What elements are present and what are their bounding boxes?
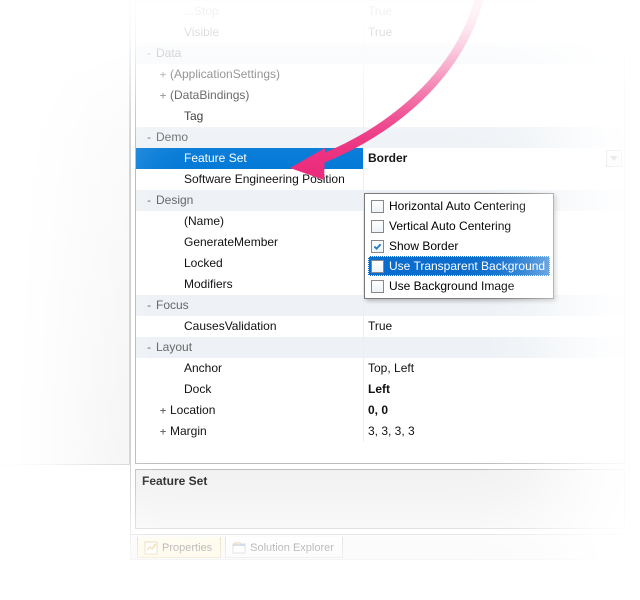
- description-panel: Feature Set: [135, 469, 625, 529]
- property-row[interactable]: +Location 0, 0: [136, 400, 624, 421]
- description-title: Feature Set: [142, 474, 207, 488]
- category-label: Focus: [156, 295, 189, 316]
- checkbox[interactable]: [371, 220, 384, 233]
- property-label: Visible: [184, 22, 219, 43]
- property-row[interactable]: +(DataBindings): [136, 85, 624, 106]
- featureset-dropdown[interactable]: Horizontal Auto Centering Vertical Auto C…: [364, 193, 554, 299]
- property-label: CausesValidation: [184, 316, 277, 337]
- property-label: Modifiers: [184, 274, 233, 295]
- property-label: Locked: [184, 253, 223, 274]
- checkbox[interactable]: [371, 200, 384, 213]
- expand-toggle[interactable]: -: [142, 190, 156, 211]
- property-label: ...Stop: [184, 1, 219, 22]
- property-label: Margin: [170, 421, 207, 442]
- property-label: Anchor: [184, 358, 222, 379]
- property-label: (DataBindings): [170, 85, 249, 106]
- expand-toggle[interactable]: -: [142, 127, 156, 148]
- property-value[interactable]: Top, Left: [368, 361, 414, 375]
- property-row[interactable]: CausesValidation True: [136, 316, 624, 337]
- dropdown-item[interactable]: Vertical Auto Centering: [368, 216, 550, 236]
- property-label: (ApplicationSettings): [170, 64, 280, 85]
- property-label: GenerateMember: [184, 232, 278, 253]
- dropdown-item-label: Show Border: [389, 239, 458, 253]
- dropdown-item[interactable]: Horizontal Auto Centering: [368, 196, 550, 216]
- dropdown-item[interactable]: Use Background Image: [368, 276, 550, 296]
- property-value[interactable]: True: [368, 25, 392, 39]
- checkbox[interactable]: [371, 260, 384, 273]
- category-label: Layout: [156, 337, 192, 358]
- tab-label: Solution Explorer: [250, 542, 334, 554]
- property-value[interactable]: 3, 3, 3, 3: [368, 424, 415, 438]
- category-label: Demo: [156, 127, 188, 148]
- property-value[interactable]: True: [368, 4, 392, 18]
- property-value[interactable]: Border: [368, 151, 407, 165]
- property-row[interactable]: ...Stop True: [136, 1, 624, 22]
- dropdown-item[interactable]: Show Border: [368, 236, 550, 256]
- property-row[interactable]: Tag: [136, 106, 624, 127]
- dropdown-item-label: Horizontal Auto Centering: [389, 199, 526, 213]
- expand-toggle[interactable]: +: [156, 85, 170, 106]
- property-label: Software Engineering Position: [184, 169, 345, 190]
- checkbox[interactable]: [371, 240, 384, 253]
- property-row[interactable]: Anchor Top, Left: [136, 358, 624, 379]
- property-label: Dock: [184, 379, 211, 400]
- category-label: Design: [156, 190, 193, 211]
- dropdown-item-label: Use Background Image: [389, 279, 514, 293]
- expand-toggle[interactable]: +: [156, 421, 170, 442]
- solution-explorer-icon: [232, 541, 246, 555]
- category-label: Data: [156, 43, 181, 64]
- checkbox[interactable]: [371, 280, 384, 293]
- tab-label: Properties: [162, 542, 212, 554]
- dropdown-item-label: Use Transparent Background: [389, 259, 545, 273]
- tab-properties[interactable]: Properties: [137, 537, 221, 558]
- dropdown-button[interactable]: [606, 150, 622, 167]
- property-value[interactable]: 0, 0: [368, 403, 388, 417]
- property-row[interactable]: Dock Left: [136, 379, 624, 400]
- tab-solution-explorer[interactable]: Solution Explorer: [225, 537, 343, 558]
- expand-toggle[interactable]: -: [142, 337, 156, 358]
- properties-icon: [144, 541, 158, 555]
- expand-toggle[interactable]: -: [142, 43, 156, 64]
- category-row[interactable]: -Demo: [136, 127, 624, 148]
- property-label: Location: [170, 400, 215, 421]
- expand-toggle[interactable]: +: [156, 64, 170, 85]
- tab-strip: Properties Solution Explorer: [131, 534, 629, 559]
- expand-toggle[interactable]: -: [142, 295, 156, 316]
- property-row[interactable]: +Margin 3, 3, 3, 3: [136, 421, 624, 442]
- property-value[interactable]: True: [368, 319, 392, 333]
- expand-toggle[interactable]: +: [156, 400, 170, 421]
- property-row[interactable]: Visible True: [136, 22, 624, 43]
- property-label: (Name): [184, 211, 224, 232]
- property-label: Tag: [184, 106, 203, 127]
- category-row[interactable]: -Layout: [136, 337, 624, 358]
- property-row[interactable]: Software Engineering Position: [136, 169, 624, 190]
- property-label: Feature Set: [184, 148, 247, 169]
- property-row[interactable]: +(ApplicationSettings): [136, 64, 624, 85]
- dropdown-item-label: Vertical Auto Centering: [389, 219, 511, 233]
- dropdown-item[interactable]: Use Transparent Background: [368, 256, 550, 276]
- category-row[interactable]: -Data: [136, 43, 624, 64]
- property-row[interactable]: Feature Set Border: [136, 148, 624, 169]
- left-panel: [0, 0, 130, 465]
- property-value[interactable]: Left: [368, 382, 390, 396]
